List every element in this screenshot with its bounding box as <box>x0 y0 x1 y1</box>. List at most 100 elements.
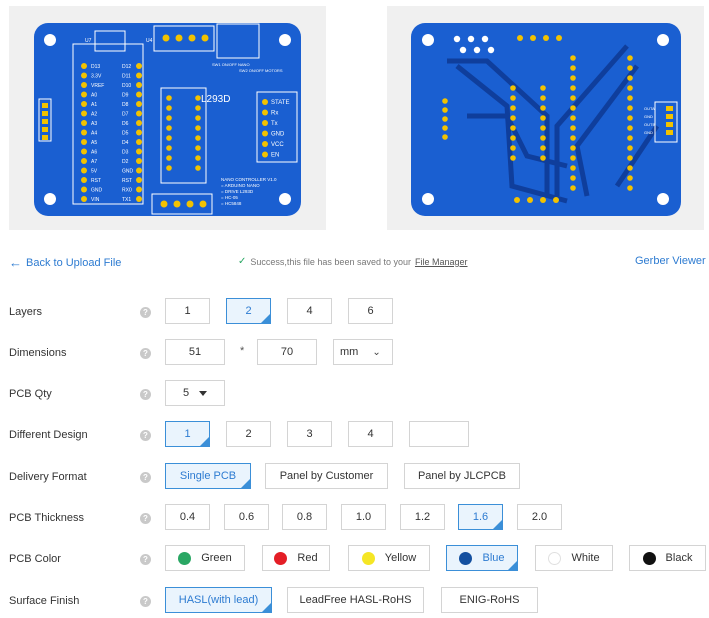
finish-option-enig-rohs[interactable]: ENIG-RoHS <box>441 587 538 613</box>
back-to-upload-link[interactable]: ← Back to Upload File <box>9 255 121 270</box>
dimension-separator: * <box>240 345 245 357</box>
bt-pin-label: STATE <box>271 100 289 106</box>
pad <box>666 122 673 127</box>
info-line: = HC-05 <box>221 195 238 200</box>
layers-option-2[interactable]: 2 <box>226 298 271 324</box>
pad <box>627 175 633 181</box>
switch-hole <box>467 35 475 43</box>
pad <box>136 91 142 98</box>
pad <box>166 105 172 111</box>
pin-label: GND <box>122 169 134 175</box>
design-option-3[interactable]: 3 <box>287 421 332 447</box>
pad <box>136 196 142 202</box>
thickness-option-2-0[interactable]: 2.0 <box>517 504 562 530</box>
pad <box>570 115 576 121</box>
pad <box>136 63 142 69</box>
pad <box>627 85 633 91</box>
color-option-red[interactable]: Red <box>262 545 330 571</box>
pad <box>510 125 516 131</box>
color-option-yellow[interactable]: Yellow <box>348 545 430 571</box>
color-option-green[interactable]: Green <box>165 545 245 571</box>
thickness-option-0-6[interactable]: 0.6 <box>224 504 269 530</box>
module-label: U7 <box>85 38 92 44</box>
color-swatch-icon <box>361 551 375 565</box>
color-option-blue[interactable]: Blue <box>446 545 518 571</box>
thickness-option-0-8[interactable]: 0.8 <box>282 504 327 530</box>
pcb-qty-row: PCB Qty ? 5 <box>0 380 709 410</box>
gerber-viewer-link[interactable]: Gerber Viewer <box>635 255 706 267</box>
pad <box>201 34 209 42</box>
help-icon[interactable]: ? <box>140 596 151 607</box>
layers-option-1[interactable]: 1 <box>165 298 210 324</box>
color-option-black[interactable]: Black <box>629 545 706 571</box>
finish-option-leadfree-hasl-rohs[interactable]: LeadFree HASL-RoHS <box>287 587 424 613</box>
pad <box>136 158 142 164</box>
pad <box>136 72 142 79</box>
pad <box>262 130 268 137</box>
pad <box>136 101 142 107</box>
pad <box>81 167 87 174</box>
pad <box>627 75 633 81</box>
pad <box>666 114 673 119</box>
pin-label: D12 <box>122 64 131 70</box>
color-swatch-icon <box>548 551 562 565</box>
option-label: 0.6 <box>238 511 255 523</box>
pad <box>540 125 546 131</box>
pad <box>442 98 448 104</box>
dimension-width-input[interactable]: 51 <box>165 339 225 365</box>
help-icon[interactable]: ? <box>140 389 151 400</box>
delivery-option-single-pcb[interactable]: Single PCB <box>165 463 251 489</box>
pad <box>195 165 201 171</box>
design-option-4[interactable]: 4 <box>348 421 393 447</box>
thickness-option-1-0[interactable]: 1.0 <box>341 504 386 530</box>
help-icon[interactable]: ? <box>140 348 151 359</box>
pad <box>136 120 142 126</box>
pad <box>166 115 172 121</box>
help-icon[interactable]: ? <box>140 472 151 483</box>
help-icon[interactable]: ? <box>140 307 151 318</box>
pad <box>570 185 576 191</box>
mount-hole <box>657 193 669 205</box>
layers-option-6[interactable]: 6 <box>348 298 393 324</box>
pin-label: D8 <box>122 102 129 108</box>
finish-option-hasl-with-lead[interactable]: HASL(with lead) <box>165 587 272 613</box>
delivery-format-label: Delivery Format <box>9 471 87 483</box>
color-option-white[interactable]: White <box>535 545 613 571</box>
mount-hole <box>422 34 434 46</box>
thickness-option-0-4[interactable]: 0.4 <box>165 504 210 530</box>
dimension-height-input[interactable]: 70 <box>257 339 317 365</box>
unit-select[interactable]: mm ⌄ <box>333 339 393 365</box>
thickness-option-1-2[interactable]: 1.2 <box>400 504 445 530</box>
pin-label: A5 <box>91 140 97 146</box>
option-label: Yellow <box>384 552 417 564</box>
option-label: 4 <box>306 305 313 317</box>
pcb-qty-select[interactable]: 5 <box>165 380 225 406</box>
delivery-option-panel-by-customer[interactable]: Panel by Customer <box>265 463 388 489</box>
different-design-custom-input[interactable] <box>409 421 469 447</box>
option-label: Single PCB <box>179 470 237 482</box>
delivery-option-panel-by-jlcpcb[interactable]: Panel by JLCPCB <box>404 463 520 489</box>
pad <box>627 155 633 161</box>
pin-label: 5V <box>91 169 98 175</box>
pin-label: VIN <box>91 197 100 203</box>
thickness-option-1-6[interactable]: 1.6 <box>458 504 503 530</box>
pin-label: A1 <box>91 102 97 108</box>
pad <box>81 148 87 155</box>
help-icon[interactable]: ? <box>140 513 151 524</box>
option-label: 6 <box>367 305 374 317</box>
pad <box>556 35 562 41</box>
option-label: Blue <box>482 552 505 564</box>
help-icon[interactable]: ? <box>140 554 151 565</box>
pad <box>81 139 87 145</box>
design-option-2[interactable]: 2 <box>226 421 271 447</box>
info-line: = ARDUINO NANO <box>221 183 260 188</box>
help-icon[interactable]: ? <box>140 430 151 441</box>
pad <box>510 95 516 101</box>
file-manager-link[interactable]: File Manager <box>415 257 468 267</box>
pad <box>517 35 523 41</box>
pad <box>262 151 268 158</box>
design-option-1[interactable]: 1 <box>165 421 210 447</box>
layers-option-4[interactable]: 4 <box>287 298 332 324</box>
pad <box>442 125 448 131</box>
pad <box>81 63 87 69</box>
